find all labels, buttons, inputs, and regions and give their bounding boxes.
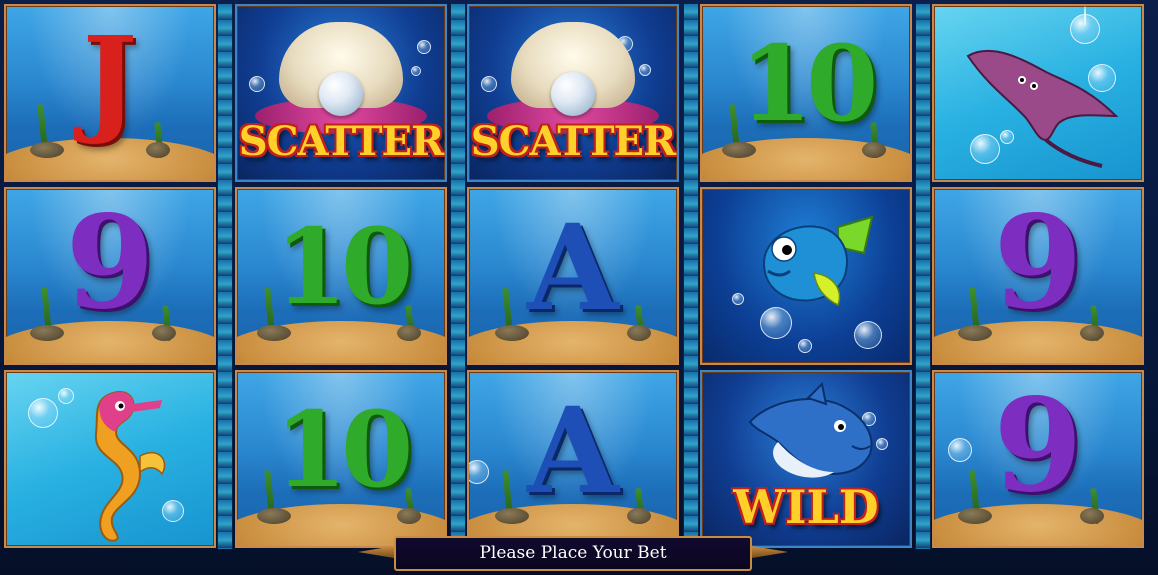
reel-1: J 9 (4, 4, 216, 549)
reel-divider (450, 4, 466, 549)
reel-5: 9 9 (932, 4, 1144, 549)
symbol-10-tile: 10 (235, 187, 447, 365)
reel-4: 10 WILD (700, 4, 912, 549)
wild-symbol-tile: WILD (700, 370, 912, 548)
reel-divider (683, 4, 699, 549)
symbol-a-text: A (527, 381, 619, 520)
fish-icon (762, 215, 874, 307)
status-message-panel: Please Place Your Bet (394, 536, 752, 571)
symbol-9-text: 9 (993, 188, 1083, 338)
symbol-9-tile: 9 (932, 370, 1144, 548)
symbol-10-text: 10 (274, 388, 414, 511)
symbol-9-text: 9 (65, 188, 155, 338)
wild-label: WILD (733, 480, 879, 534)
symbol-j-text: J (82, 12, 138, 148)
scatter-symbol-tile: SCATTER (235, 4, 447, 182)
fish-symbol-tile (700, 187, 912, 365)
reel-divider (217, 4, 233, 549)
symbol-a-tile: A (467, 187, 679, 365)
reel-3: SCATTER A A (467, 4, 679, 549)
seahorse-icon (94, 391, 166, 542)
stingray-symbol-tile (932, 4, 1144, 182)
symbol-9-tile: 9 (932, 187, 1144, 365)
seahorse-symbol-tile (4, 370, 216, 548)
reel-divider (915, 4, 931, 549)
symbol-10-tile: 10 (700, 4, 912, 182)
pearl-icon (319, 72, 363, 116)
symbol-a-text: A (527, 198, 619, 337)
pearl-icon (551, 72, 595, 116)
reel-2: SCATTER 10 10 (235, 4, 447, 549)
symbol-9-text: 9 (993, 371, 1083, 521)
symbol-10-text: 10 (274, 205, 414, 328)
dolphin-icon (748, 382, 873, 478)
symbol-10-tile: 10 (235, 370, 447, 548)
stingray-icon (966, 50, 1119, 168)
symbol-j-tile: J (4, 4, 216, 182)
symbol-9-tile: 9 (4, 187, 216, 365)
scatter-symbol-tile: SCATTER (467, 4, 679, 182)
symbol-a-tile: A (467, 370, 679, 548)
scatter-label: SCATTER (238, 118, 444, 165)
symbol-10-text: 10 (739, 22, 879, 145)
scatter-label: SCATTER (470, 118, 676, 165)
slot-game-screen: J 9 SCATTER 10 10 SCATTER A A 10 WILD 9 … (0, 0, 1158, 575)
